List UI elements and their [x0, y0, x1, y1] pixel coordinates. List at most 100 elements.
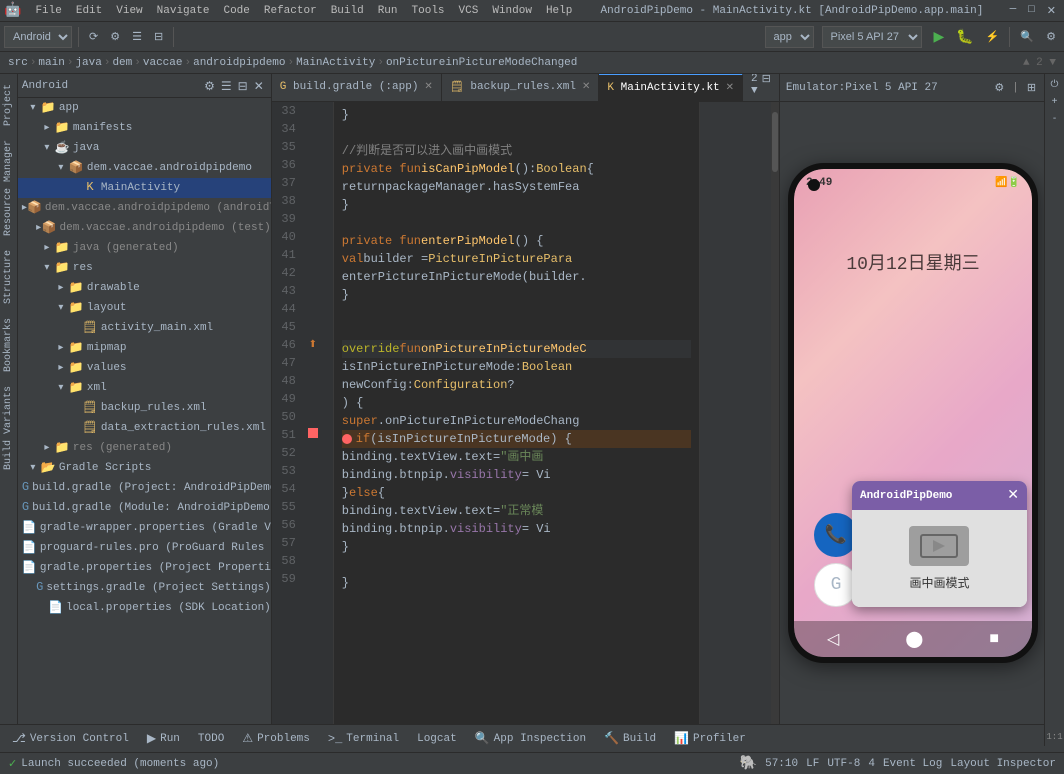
pip-close-btn[interactable]: ✕ [1007, 487, 1019, 504]
tab-backup-rules-close[interactable]: ✕ [582, 81, 590, 93]
tree-data-extr[interactable]: 🗒 data_extraction_rules.xml [18, 418, 271, 438]
bottom-tab-build[interactable]: 🔨 Build [596, 729, 664, 748]
debug-btn[interactable]: 🐛 [952, 26, 977, 47]
bottom-tab-problems[interactable]: ⚠ Problems [234, 729, 318, 748]
tree-mainactivity[interactable]: K MainActivity [18, 178, 271, 198]
bottom-tab-appinspection[interactable]: 🔍 App Inspection [467, 729, 594, 748]
tab-mainactivity-close[interactable]: ✕ [726, 82, 734, 94]
emulator-power-btn[interactable]: ⏻ [1048, 78, 1062, 91]
tree-activity-main[interactable]: 🗒 activity_main.xml [18, 318, 271, 338]
emulator-vol-up-btn[interactable]: + [1049, 95, 1061, 108]
tab-build-gradle[interactable]: G build.gradle (:app) ✕ [272, 74, 442, 101]
close-btn[interactable]: ✕ [1043, 4, 1060, 18]
vertical-scrollbar-track[interactable] [771, 102, 779, 724]
tab-structure[interactable]: Structure [1, 244, 16, 310]
bread-src[interactable]: src [8, 57, 28, 69]
tab-backup-rules[interactable]: 🗒 backup_rules.xml ✕ [442, 74, 600, 101]
tree-gradle-props[interactable]: 📄 gradle.properties (Project Properties) [18, 558, 271, 578]
sidebar-close-btn[interactable]: ✕ [251, 78, 267, 94]
emulator-settings-btn[interactable]: ⚙ [990, 79, 1008, 96]
toolbar-fold-btn[interactable]: ⊟ [150, 28, 167, 45]
sidebar-collapse-btn[interactable]: ⊟ [235, 78, 251, 94]
tree-java-gen[interactable]: ▸ 📁 java (generated) [18, 238, 271, 258]
tree-backup-rules[interactable]: 🗒 backup_rules.xml [18, 398, 271, 418]
menu-code[interactable]: Code [217, 3, 255, 19]
editor-content[interactable]: 33 34 35 36 37 38 39 40 41 42 43 44 45 4… [272, 102, 779, 724]
tree-gradle-scripts[interactable]: ▾ 📂 Gradle Scripts [18, 458, 271, 478]
bottom-tab-terminal[interactable]: >_ Terminal [320, 730, 407, 748]
tree-layout[interactable]: ▾ 📁 layout [18, 298, 271, 318]
tree-values[interactable]: ▸ 📁 values [18, 358, 271, 378]
tab-project[interactable]: Project [1, 78, 16, 132]
emulator-vol-dn-btn[interactable]: - [1050, 112, 1059, 125]
vertical-scrollbar-thumb[interactable] [772, 112, 778, 172]
bread-androidpipdemo[interactable]: androidpipdemo [193, 57, 285, 69]
menu-tools[interactable]: Tools [406, 3, 451, 19]
tree-pkg3[interactable]: ▸ 📦 dem.vaccae.androidpipdemo (test) [18, 218, 271, 238]
tree-java[interactable]: ▾ ☕ java [18, 138, 271, 158]
bottom-tab-vcs[interactable]: ⎇ Version Control [4, 729, 137, 748]
tab-build-variants[interactable]: Build Variants [1, 380, 16, 476]
bottom-tab-todo[interactable]: TODO [190, 731, 232, 747]
bottom-tab-run[interactable]: ▶ Run [139, 729, 188, 748]
tree-proguard[interactable]: 📄 proguard-rules.pro (ProGuard Rules for… [18, 538, 271, 558]
settings-btn-2[interactable]: ⚙ [1042, 28, 1060, 45]
tree-res-gen[interactable]: ▸ 📁 res (generated) [18, 438, 271, 458]
toolbar-settings-btn[interactable]: ⚙ [106, 28, 124, 45]
bread-java[interactable]: java [75, 57, 101, 69]
project-selector[interactable]: Android [4, 26, 72, 48]
nav-home-btn[interactable]: ⬤ [905, 629, 923, 649]
tree-build-gradle-proj[interactable]: G build.gradle (Project: AndroidPipDemo) [18, 478, 271, 498]
code-editor[interactable]: } //判断是否可以进入画中画模式 private fun isCanPipMo… [334, 102, 699, 724]
nav-recents-btn[interactable]: ■ [989, 630, 999, 648]
menu-file[interactable]: File [29, 3, 67, 19]
device-selector[interactable]: Pixel 5 API 27 [822, 26, 922, 48]
bottom-tab-profiler[interactable]: 📊 Profiler [666, 729, 754, 748]
nav-back-btn[interactable]: ◁ [827, 629, 839, 649]
bread-mainactivity[interactable]: MainActivity [296, 57, 375, 69]
tree-local-props[interactable]: 📄 local.properties (SDK Location) [18, 598, 271, 618]
search-everywhere-btn[interactable]: 🔍 [1016, 28, 1038, 45]
tab-resource-manager[interactable]: Resource Manager [1, 134, 16, 242]
bread-vaccae[interactable]: vaccae [143, 57, 183, 69]
menu-help[interactable]: Help [540, 3, 578, 19]
tab-bookmarks[interactable]: Bookmarks [1, 312, 16, 378]
tree-pkg2[interactable]: ▸ 📦 dem.vaccae.androidpipdemo (androidTe… [18, 198, 271, 218]
tree-mipmap[interactable]: ▸ 📁 mipmap [18, 338, 271, 358]
tree-settings-gradle[interactable]: G settings.gradle (Project Settings) [18, 578, 271, 598]
pip-window[interactable]: AndroidPipDemo ✕ 画中画模式 [852, 481, 1027, 607]
recent-files-btn[interactable]: ▲ 2 ▼ [751, 74, 758, 97]
menu-view[interactable]: View [110, 3, 148, 19]
tree-xml[interactable]: ▾ 📁 xml [18, 378, 271, 398]
run-btn[interactable]: ▶ [930, 26, 949, 47]
menu-navigate[interactable]: Navigate [151, 3, 216, 19]
emulator-zoom-btn[interactable]: ⊞ [1023, 79, 1040, 96]
menu-vcs[interactable]: VCS [453, 3, 485, 19]
tree-app[interactable]: ▾ 📁 app [18, 98, 271, 118]
sidebar-list-btn[interactable]: ☰ [218, 78, 235, 94]
profile-btn[interactable]: ⚡ [982, 28, 1004, 45]
tree-res[interactable]: ▾ 📁 res [18, 258, 271, 278]
bread-main[interactable]: main [38, 57, 64, 69]
tree-pkg1[interactable]: ▾ 📦 dem.vaccae.androidpipdemo [18, 158, 271, 178]
bread-onpip[interactable]: onPictureinPictureModeChanged [386, 57, 577, 69]
tree-build-gradle-app[interactable]: G build.gradle (Module: AndroidPipDemo.a… [18, 498, 271, 518]
menu-run[interactable]: Run [372, 3, 404, 19]
bottom-tab-logcat[interactable]: Logcat [409, 731, 465, 747]
maximize-btn[interactable]: □ [1024, 4, 1039, 18]
menu-edit[interactable]: Edit [70, 3, 108, 19]
menu-refactor[interactable]: Refactor [258, 3, 323, 19]
tab-mainactivity[interactable]: K MainActivity.kt ✕ [599, 74, 743, 101]
tree-gradle-wrapper[interactable]: 📄 gradle-wrapper.properties (Gradle Vers… [18, 518, 271, 538]
module-selector[interactable]: app [765, 26, 814, 48]
bread-dem[interactable]: dem [112, 57, 132, 69]
tab-build-gradle-close[interactable]: ✕ [424, 81, 432, 93]
minimize-btn[interactable]: ─ [1006, 4, 1021, 18]
sidebar-settings-btn[interactable]: ⚙ [201, 78, 218, 94]
toolbar-sync-btn[interactable]: ⟳ [85, 28, 102, 45]
tree-drawable[interactable]: ▸ 📁 drawable [18, 278, 271, 298]
toolbar-list-btn[interactable]: ☰ [128, 28, 146, 45]
menu-build[interactable]: Build [325, 3, 370, 19]
tree-manifests[interactable]: ▸ 📁 manifests [18, 118, 271, 138]
menu-window[interactable]: Window [486, 3, 538, 19]
